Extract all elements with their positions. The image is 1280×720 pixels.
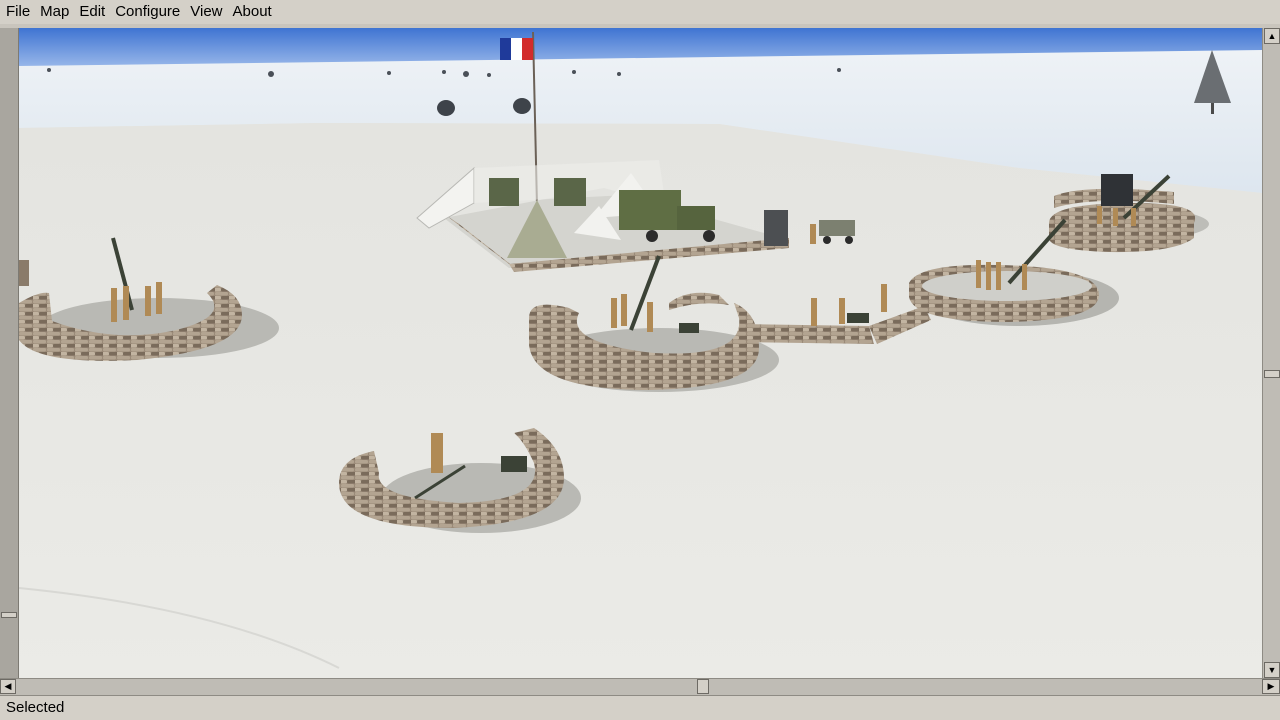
menu-edit[interactable]: Edit <box>73 0 109 24</box>
3d-map-viewport[interactable] <box>19 28 1262 678</box>
arrow-left-icon: ◀ <box>4 681 12 691</box>
status-text: Selected <box>6 699 65 716</box>
menu-view[interactable]: View <box>184 0 226 24</box>
dome-bunker-left <box>437 100 455 116</box>
menu-map[interactable]: Map <box>34 0 73 24</box>
map-scene[interactable] <box>19 28 1262 678</box>
menu-about[interactable]: About <box>227 0 276 24</box>
splitter-handle[interactable] <box>1 612 17 618</box>
vertical-scrollbar[interactable]: ▲ ▼ <box>1262 28 1280 678</box>
aa-gun-icon <box>1101 174 1133 206</box>
status-bar: Selected <box>0 695 1280 720</box>
menu-file[interactable]: File <box>0 0 34 24</box>
guard-booth <box>764 210 788 246</box>
vertical-scroll-thumb[interactable] <box>1264 370 1280 378</box>
scroll-right-button[interactable]: ▶ <box>1262 679 1280 694</box>
menu-configure[interactable]: Configure <box>109 0 184 24</box>
scroll-left-button[interactable]: ◀ <box>0 679 16 694</box>
horizontal-scroll-thumb[interactable] <box>697 679 709 694</box>
scroll-down-button[interactable]: ▼ <box>1264 662 1280 678</box>
game-editor-window: File Map Edit Configure View About ▲ ▼ ◀… <box>0 0 1280 720</box>
dome-bunker-right <box>513 98 531 114</box>
scroll-up-button[interactable]: ▲ <box>1264 28 1280 44</box>
arrow-up-icon: ▲ <box>1267 31 1277 41</box>
horizontal-scrollbar[interactable]: ◀ ▶ <box>0 678 1280 695</box>
left-panel-splitter[interactable] <box>0 28 19 678</box>
arrow-down-icon: ▼ <box>1267 665 1277 675</box>
menubar: File Map Edit Configure View About <box>0 0 1280 24</box>
arrow-right-icon: ▶ <box>1267 681 1275 691</box>
